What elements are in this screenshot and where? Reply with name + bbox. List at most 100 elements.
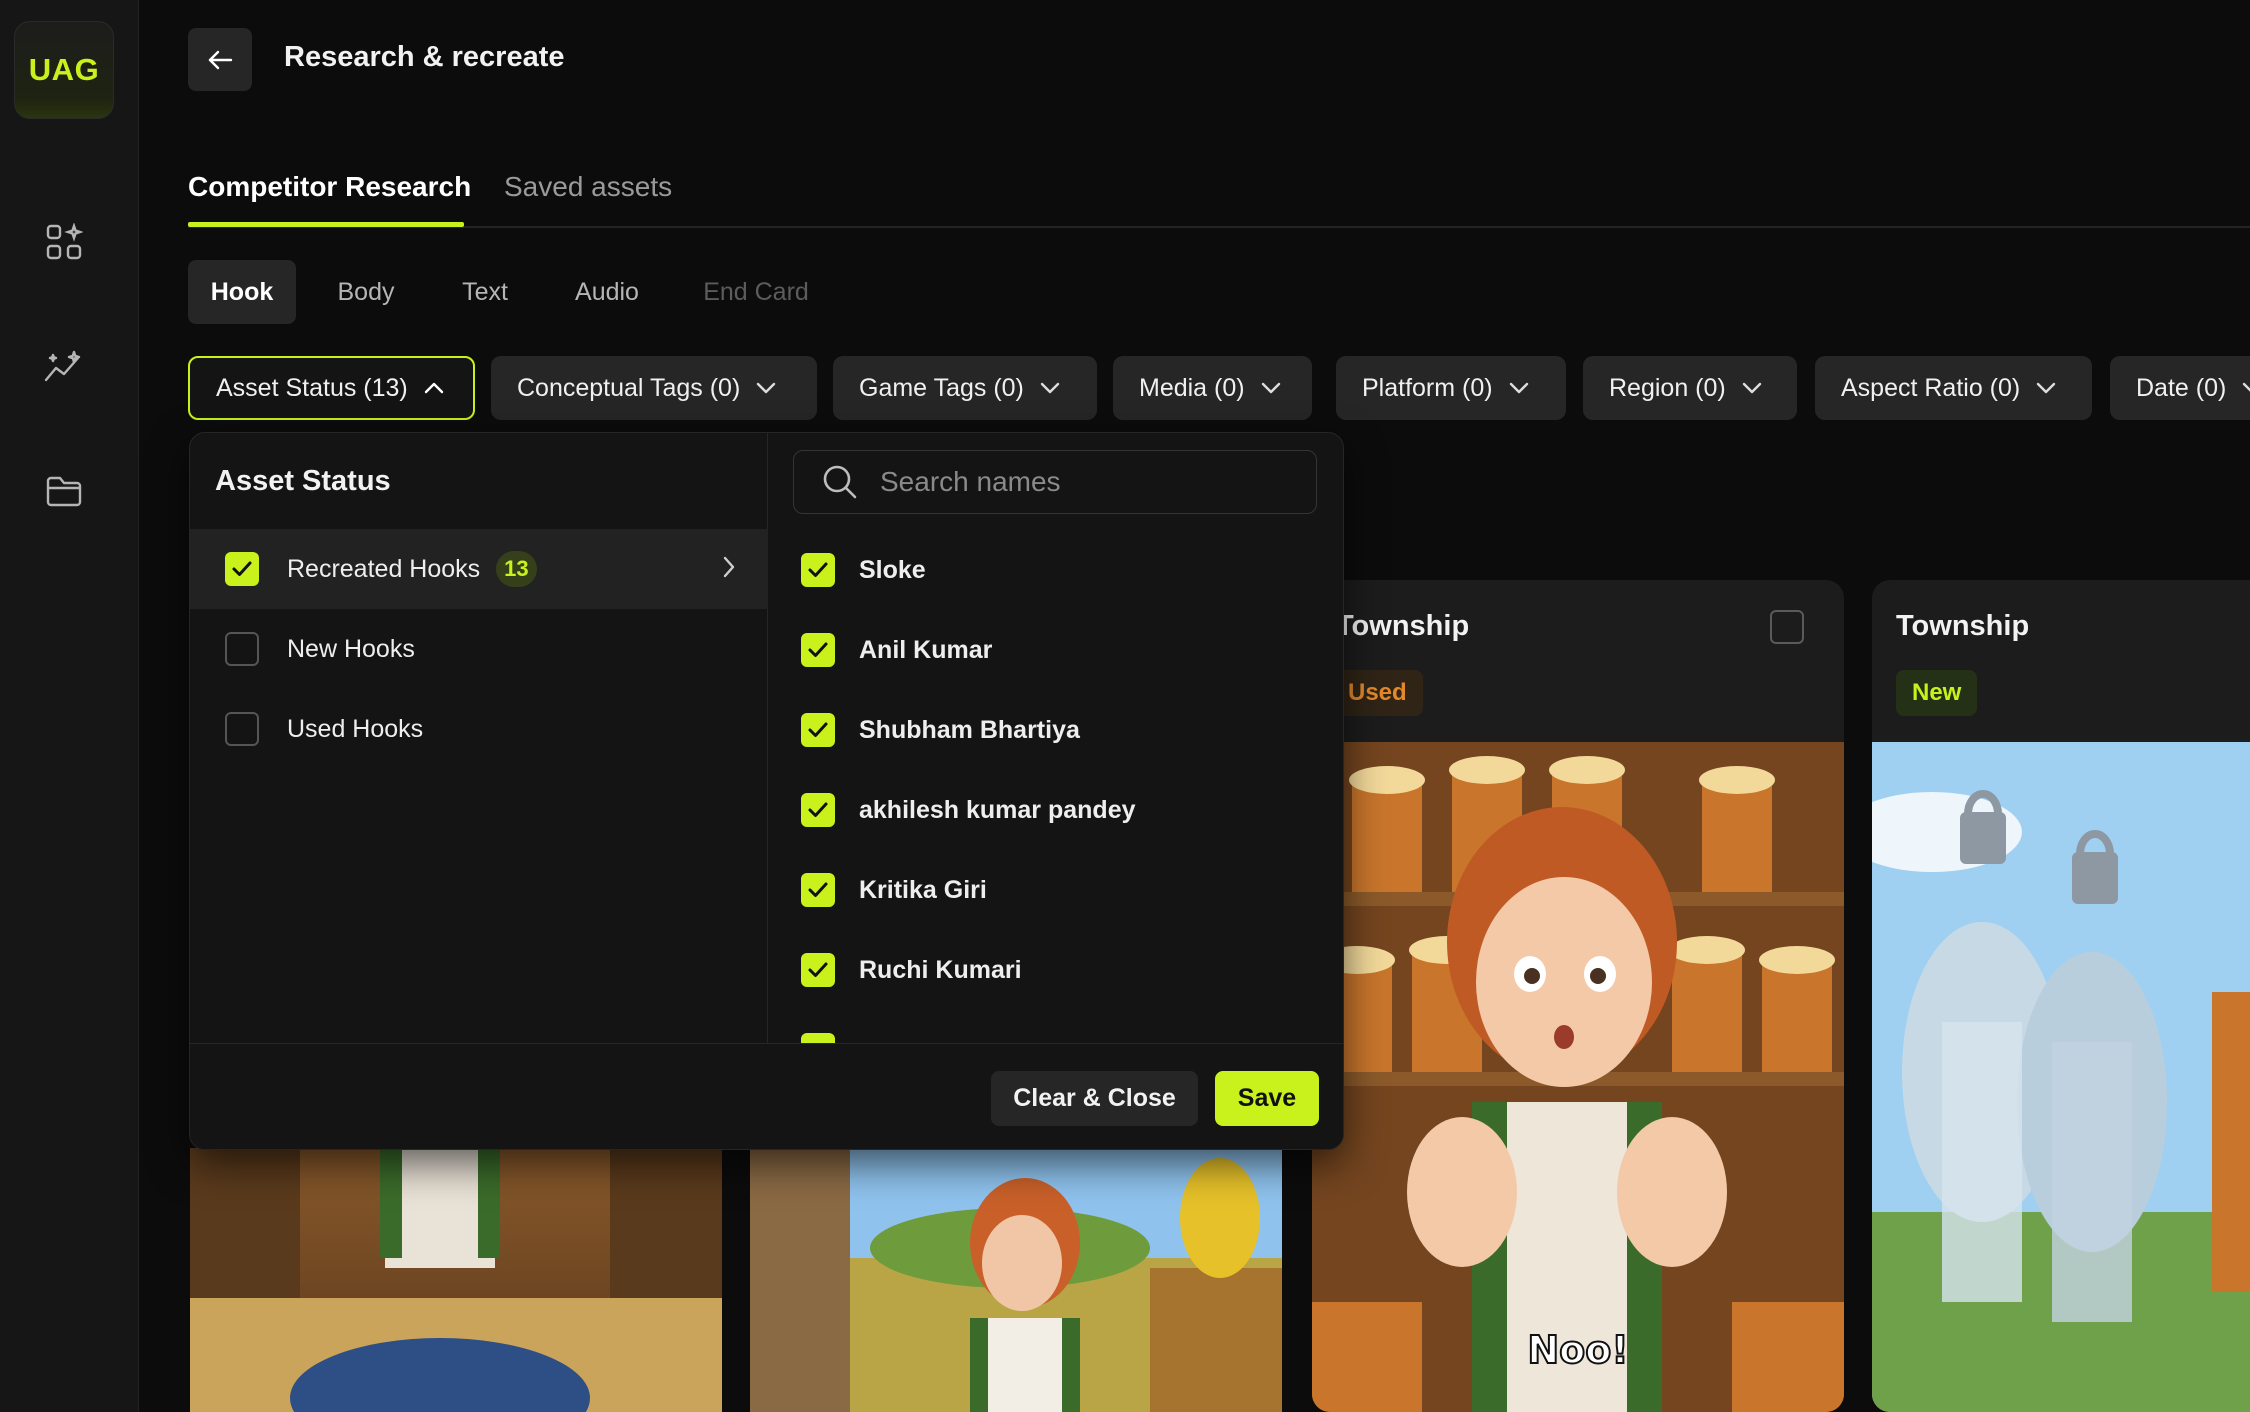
card-title: Township [1896,610,2030,642]
chevron-down-icon [1040,382,1060,394]
back-button[interactable] [188,28,252,91]
filter-label: Platform (0) [1362,373,1493,402]
subtab-hook[interactable]: Hook [188,260,296,324]
sidebar: UAG [0,0,139,1412]
subtab-audio[interactable]: Audio [560,260,654,324]
status-label: New Hooks [287,634,415,663]
checkbox-checked[interactable] [801,1033,835,1043]
search-icon [823,465,857,499]
chevron-down-icon [2036,382,2056,394]
card-select-checkbox[interactable] [1770,610,1804,644]
name-item[interactable]: Anil Kumar [801,625,992,675]
status-label: Used Hooks [287,714,424,743]
status-item-used-hooks[interactable]: Used Hooks [190,689,768,769]
filter-aspect-ratio[interactable]: Aspect Ratio (0) [1815,356,2092,420]
name-item[interactable]: Kritika Giri [801,865,987,915]
name-label: Anil Kumar [859,635,993,664]
checkbox-checked[interactable] [801,873,835,907]
tabs-divider [188,226,2250,228]
dropdown-footer: Clear & Close Save [190,1043,1343,1149]
folder-icon[interactable] [40,467,88,515]
names-list-column: Sloke Anil Kumar Shubham Bhartiya akhile… [769,433,1343,1043]
name-item-partial[interactable] [801,1025,835,1043]
name-item[interactable]: Shubham Bhartiya [801,705,1080,755]
filter-label: Aspect Ratio (0) [1841,373,2021,402]
filter-label: Game Tags (0) [859,373,1024,402]
filter-label: Region (0) [1609,373,1726,402]
chevron-down-icon [1261,382,1281,394]
check-icon [808,802,828,817]
check-icon [808,722,828,737]
chevron-down-icon [1509,382,1529,394]
name-item[interactable]: Ruchi Kumari [801,945,1022,995]
name-label: Ruchi Kumari [859,955,1022,984]
filter-platform[interactable]: Platform (0) [1336,356,1566,420]
filter-label: Media (0) [1139,373,1245,402]
checkbox-checked[interactable] [801,553,835,587]
asset-card[interactable] [190,1148,722,1412]
check-icon [232,561,252,576]
name-label: akhilesh kumar pandey [859,795,1136,824]
filter-game-tags[interactable]: Game Tags (0) [833,356,1097,420]
chevron-down-icon [2242,382,2250,394]
card-title: Township [1336,610,1470,642]
subtab-body[interactable]: Body [318,260,414,324]
status-badge: Used [1332,670,1423,716]
check-icon [808,642,828,657]
check-icon [808,562,828,577]
app-logo[interactable]: UAG [14,21,114,119]
asset-card[interactable]: Township New [1872,580,2250,1412]
filter-media[interactable]: Media (0) [1113,356,1312,420]
checkbox-unchecked[interactable] [225,632,259,666]
status-list-column: Asset Status Recreated Hooks 13 New Hook… [190,433,768,1043]
search-box[interactable] [793,450,1317,514]
subtab-text[interactable]: Text [446,260,524,324]
filter-asset-status[interactable]: Asset Status (13) [188,356,475,420]
search-input[interactable] [878,465,1298,499]
asset-card[interactable] [750,1148,1282,1412]
asset-card[interactable]: Township Used Noo! [1312,580,1844,1412]
name-item[interactable]: Sloke [801,545,926,595]
tab-competitor-research[interactable]: Competitor Research [188,171,471,203]
tab-saved-assets[interactable]: Saved assets [504,171,672,203]
filter-date[interactable]: Date (0) [2110,356,2250,420]
status-badge: New [1896,670,1978,716]
filter-label: Conceptual Tags (0) [517,373,741,402]
chevron-right-icon[interactable] [722,555,736,586]
checkbox-unchecked[interactable] [225,712,259,746]
name-item[interactable]: akhilesh kumar pandey [801,785,1136,835]
name-label: Kritika Giri [859,875,987,904]
filter-label: Date (0) [2136,373,2227,402]
subtab-end-card[interactable]: End Card [692,260,820,324]
apps-sparkle-icon[interactable] [40,218,88,266]
checkbox-checked[interactable] [801,953,835,987]
active-tab-indicator [188,222,464,227]
check-icon [808,962,828,977]
asset-status-dropdown: Asset Status Recreated Hooks 13 New Hook… [189,432,1344,1150]
chevron-down-icon [756,382,776,394]
name-label: Shubham Bhartiya [859,715,1080,744]
checkbox-checked[interactable] [225,552,259,586]
count-badge: 13 [496,551,537,587]
checkbox-checked[interactable] [801,713,835,747]
name-label: Sloke [859,555,926,584]
filter-conceptual-tags[interactable]: Conceptual Tags (0) [491,356,817,420]
clear-close-button[interactable]: Clear & Close [991,1071,1198,1126]
dropdown-title: Asset Status [215,465,391,497]
chevron-up-icon [424,382,444,394]
status-item-recreated-hooks[interactable]: Recreated Hooks 13 [190,529,768,609]
asset-thumbnail [750,1148,1282,1412]
checkbox-checked[interactable] [801,793,835,827]
save-button[interactable]: Save [1215,1071,1319,1126]
page-title: Research & recreate [284,41,565,73]
asset-thumbnail [1872,742,2250,1412]
asset-thumbnail: Noo! [1312,742,1844,1412]
filter-label: Asset Status (13) [216,373,408,402]
check-icon [808,882,828,897]
status-item-new-hooks[interactable]: New Hooks [190,609,768,689]
filter-region[interactable]: Region (0) [1583,356,1797,420]
checkbox-checked[interactable] [801,633,835,667]
analytics-sparkle-icon[interactable] [40,343,88,391]
video-caption: Noo! [1526,1327,1629,1373]
asset-thumbnail [190,1148,722,1412]
